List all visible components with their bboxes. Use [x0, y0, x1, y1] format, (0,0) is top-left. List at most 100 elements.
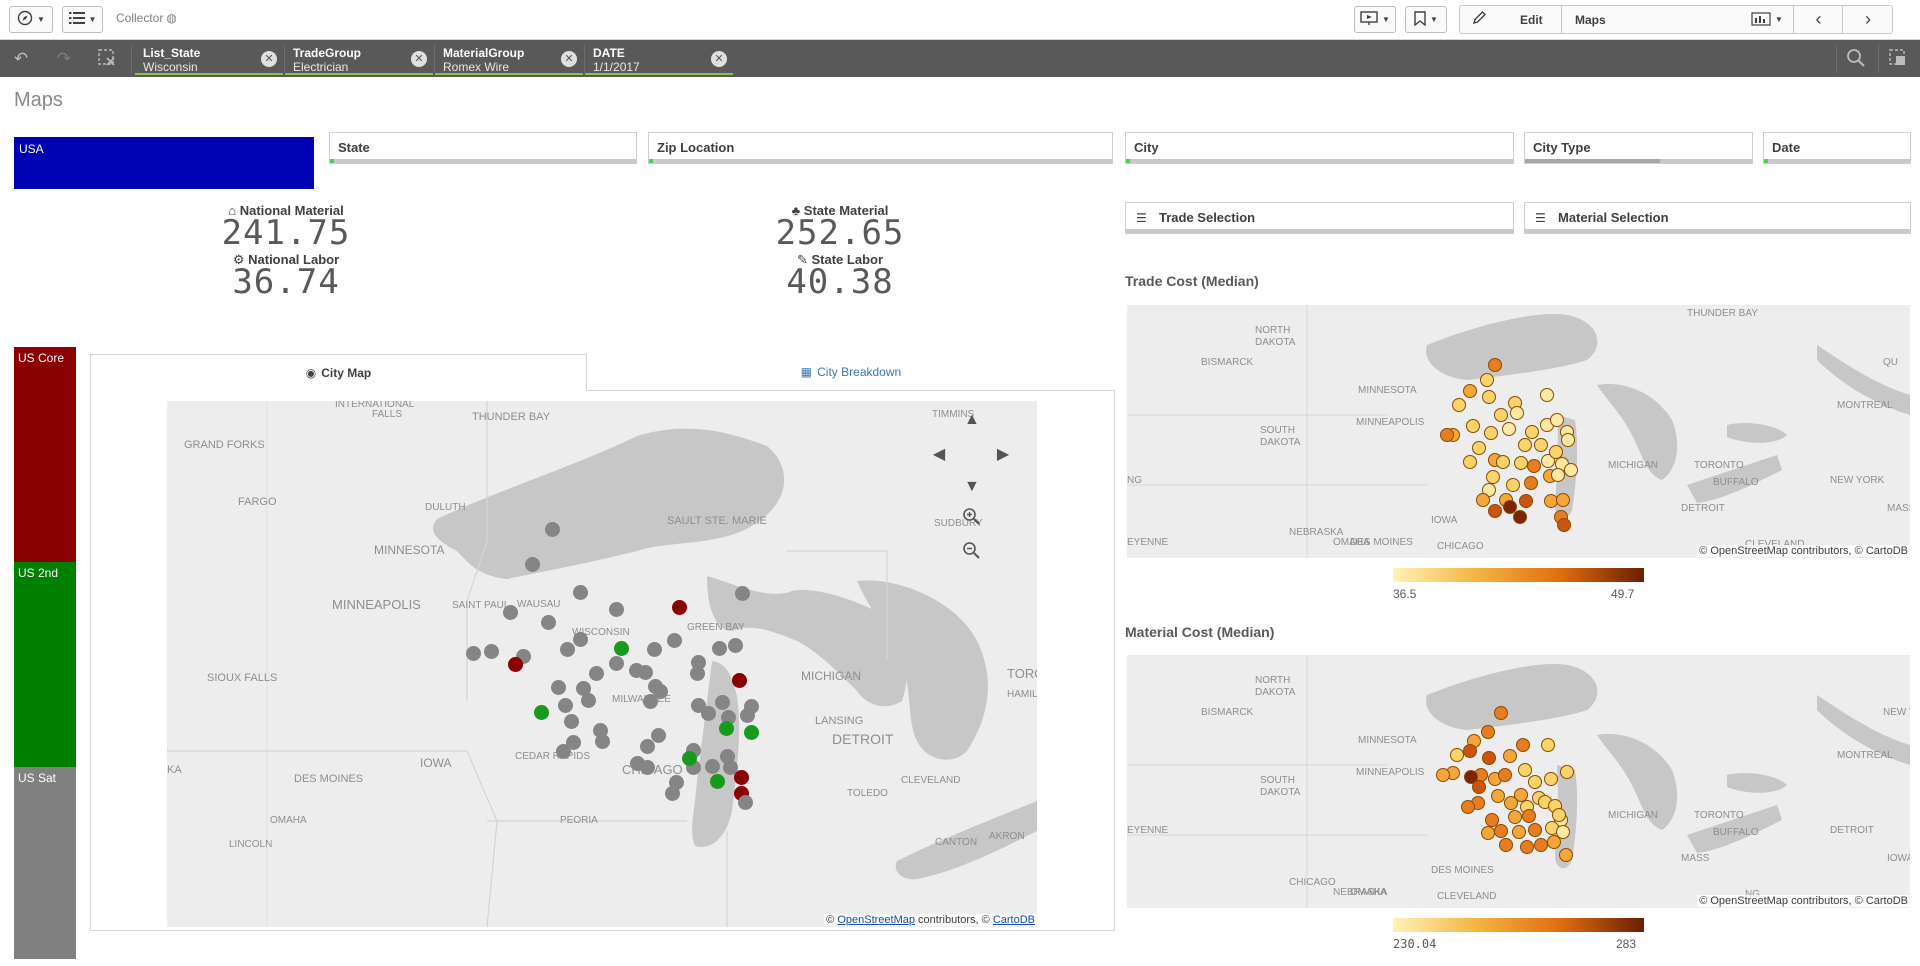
map-marker[interactable] — [1544, 772, 1558, 786]
map-marker[interactable] — [613, 640, 629, 656]
map-marker[interactable] — [544, 521, 560, 537]
filter-zip-location[interactable]: Zip Location — [648, 132, 1113, 164]
story-button[interactable]: ▼ — [1354, 6, 1396, 33]
map-marker[interactable] — [483, 643, 499, 659]
map-marker[interactable] — [1561, 433, 1575, 447]
treemap-us-core[interactable]: US Core — [14, 347, 76, 562]
close-icon[interactable]: ✕ — [411, 51, 427, 67]
tab-city-map[interactable]: ◉ City Map — [90, 354, 587, 391]
map-marker[interactable] — [704, 758, 720, 774]
map-marker[interactable] — [1508, 810, 1522, 824]
edit-button[interactable]: Edit — [1460, 6, 1562, 33]
city-map[interactable]: INTERNATIONAL FALLS THUNDER BAY TIMMINS GRAN… — [167, 401, 1037, 927]
filter-date[interactable]: Date — [1763, 132, 1911, 164]
next-sheet-button[interactable]: › — [1844, 6, 1892, 33]
map-marker[interactable] — [628, 662, 644, 678]
close-icon[interactable]: ✕ — [711, 51, 727, 67]
map-marker[interactable] — [1498, 768, 1512, 782]
map-marker[interactable] — [1488, 504, 1502, 518]
map-marker[interactable] — [1528, 823, 1542, 837]
map-marker[interactable] — [714, 694, 730, 710]
map-marker[interactable] — [743, 724, 759, 740]
zoom-in-icon[interactable] — [962, 507, 980, 530]
navigation-menu-button[interactable]: ▼ — [9, 6, 53, 33]
bookmark-button[interactable]: ▼ — [1405, 6, 1447, 33]
map-marker[interactable] — [1482, 751, 1496, 765]
map-marker[interactable] — [533, 704, 549, 720]
map-marker[interactable] — [664, 785, 680, 801]
map-marker[interactable] — [1552, 808, 1566, 822]
treemap-us-sat[interactable]: US Sat — [14, 767, 76, 959]
map-marker[interactable] — [540, 614, 556, 630]
filter-city[interactable]: City — [1125, 132, 1514, 164]
previous-sheet-button[interactable]: ‹ — [1795, 6, 1843, 33]
material-selection-button[interactable]: ☰ Material Selection — [1524, 202, 1911, 234]
map-marker[interactable] — [1450, 748, 1464, 762]
step-forward-icon[interactable]: ↷ — [53, 48, 75, 70]
map-marker[interactable] — [1499, 838, 1513, 852]
map-marker[interactable] — [1510, 406, 1524, 420]
selections-tool-icon[interactable] — [1887, 48, 1909, 70]
filter-usa[interactable]: USA — [14, 137, 314, 189]
trade-selection-button[interactable]: ☰ Trade Selection — [1125, 202, 1514, 234]
map-marker[interactable] — [588, 665, 604, 681]
map-marker[interactable] — [1502, 422, 1516, 436]
map-marker[interactable] — [1519, 494, 1533, 508]
map-marker[interactable] — [1452, 398, 1466, 412]
cartodb-link[interactable]: CartoDB — [993, 914, 1035, 926]
map-marker[interactable] — [1513, 510, 1527, 524]
map-marker[interactable] — [1556, 825, 1570, 839]
map-marker[interactable] — [1463, 384, 1477, 398]
selection-chip-materialgroup[interactable]: MaterialGroup Romex Wire ✕ — [435, 43, 583, 75]
map-marker[interactable] — [1482, 390, 1496, 404]
map-marker[interactable] — [1504, 796, 1518, 810]
map-marker[interactable] — [1514, 456, 1528, 470]
tab-city-breakdown[interactable]: ▦ City Breakdown — [587, 354, 1115, 391]
map-marker[interactable] — [1540, 388, 1554, 402]
map-marker[interactable] — [1494, 408, 1508, 422]
map-marker[interactable] — [671, 599, 687, 615]
map-marker[interactable] — [1559, 848, 1573, 862]
map-marker[interactable] — [1527, 459, 1541, 473]
clear-all-selections-icon[interactable] — [96, 48, 118, 70]
map-marker[interactable] — [524, 556, 540, 572]
map-marker[interactable] — [718, 720, 734, 736]
map-marker[interactable] — [1541, 738, 1555, 752]
map-marker[interactable] — [727, 637, 743, 653]
selection-chip-list-state[interactable]: List_State Wisconsin ✕ — [135, 43, 283, 75]
zoom-out-icon[interactable] — [962, 541, 980, 564]
map-marker[interactable] — [557, 697, 573, 713]
sheet-selector[interactable]: Maps ▼ — [1563, 6, 1794, 33]
map-marker[interactable] — [1494, 824, 1508, 838]
map-marker[interactable] — [681, 750, 697, 766]
map-marker[interactable] — [1476, 493, 1490, 507]
map-marker[interactable] — [1556, 493, 1570, 507]
map-marker[interactable] — [1440, 428, 1454, 442]
map-marker[interactable] — [1550, 413, 1564, 427]
openstreetmap-link[interactable]: OpenStreetMap — [837, 914, 915, 926]
map-marker[interactable] — [555, 743, 571, 759]
material-cost-map[interactable]: NORTH DAKOTA BISMARCK MINNESOTA SOUTH DAKOTA M… — [1127, 655, 1910, 908]
map-marker[interactable] — [642, 693, 658, 709]
map-marker[interactable] — [1463, 744, 1477, 758]
map-marker[interactable] — [1503, 749, 1517, 763]
map-marker[interactable] — [1506, 478, 1520, 492]
map-marker[interactable] — [731, 672, 747, 688]
map-marker[interactable] — [1522, 809, 1536, 823]
map-marker[interactable] — [1525, 425, 1539, 439]
close-icon[interactable]: ✕ — [561, 51, 577, 67]
map-marker[interactable] — [550, 679, 566, 695]
map-marker[interactable] — [1488, 358, 1502, 372]
map-marker[interactable] — [650, 727, 666, 743]
map-marker[interactable] — [1516, 738, 1530, 752]
filter-city-type[interactable]: City Type — [1524, 132, 1753, 164]
map-marker[interactable] — [737, 794, 753, 810]
trade-cost-map[interactable]: THUNDER BAY NORTH DAKOTA BISMARCK MINNESOTA S… — [1127, 305, 1910, 558]
map-marker[interactable] — [572, 584, 588, 600]
map-marker[interactable] — [572, 631, 588, 647]
pan-down-icon[interactable]: ▼ — [964, 478, 980, 496]
map-marker[interactable] — [739, 707, 755, 723]
map-marker[interactable] — [629, 755, 645, 771]
map-marker[interactable] — [580, 692, 596, 708]
map-marker[interactable] — [711, 640, 727, 656]
